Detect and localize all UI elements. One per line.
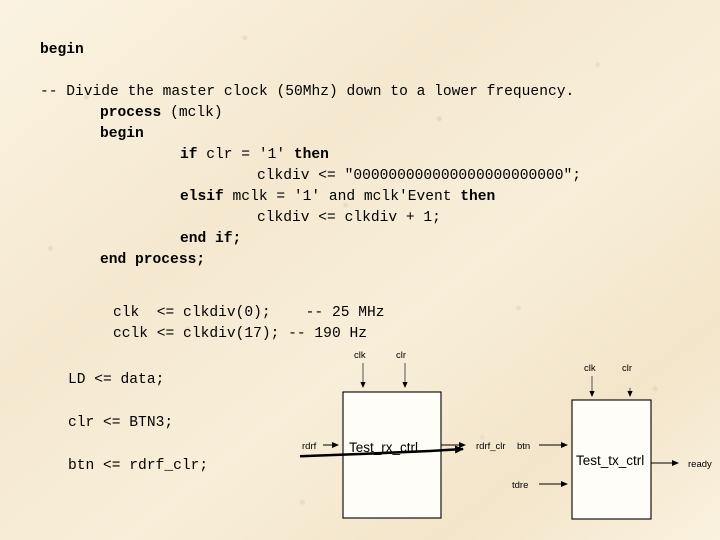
code-line-comment-divide: -- Divide the master clock (50Mhz) down … [0,82,720,103]
rx-out-label: rdrf_clr [476,441,506,452]
code-line-clkdiv-incr: clkdiv <= clkdiv + 1; [0,208,720,229]
code-segment: then [460,189,496,205]
block-diagram: Test_rx_ctrl clk clr rdrf rdrf_clr Test_… [300,336,720,540]
code-line-if-clr: if clr = '1' then [0,145,720,166]
code-line-clkdiv-assign: clkdiv <= "000000000000000000000000"; [0,166,720,187]
code-segment: clkdiv <= "000000000000000000000000"; [257,168,582,184]
code-segment: (mclk) [161,105,223,121]
code-segment: elsif [180,189,224,205]
rx-in-label: rdrf [302,441,317,452]
tx-clk-label: clk [584,363,596,374]
code-line-elsif-mclk: elsif mclk = '1' and mclk'Event then [0,187,720,208]
rx-clr-label: clr [396,350,406,361]
code-segment: begin [40,42,84,58]
code-line-begin-proc: begin [0,124,720,145]
rx-clk-label: clk [354,350,366,361]
code-segment: -- Divide the master clock (50Mhz) down … [40,84,575,100]
code-segment: mclk = '1' and mclk'Event [223,189,461,205]
statement-btn-assign: btn <= rdrf_clr; [68,458,209,474]
tx-block-label: Test_tx_ctrl [576,453,644,468]
code-segment: then [293,147,329,163]
tx-out-label: ready [688,459,712,470]
code-segment: process [100,105,162,121]
code-line-end-process: end process; [0,250,720,271]
statement-clk-assign: clk <= clkdiv(0); -- 25 MHz [113,305,385,321]
vhdl-code-block: begin -- Divide the master clock (50Mhz)… [0,40,720,271]
code-line-process-mclk: process (mclk) [0,103,720,124]
code-line-end-if: end if; [0,229,720,250]
statement-clr-assign: clr <= BTN3; [68,415,174,431]
code-segment: clr = '1' [197,147,294,163]
tx-clr-label: clr [622,363,632,374]
code-line-blank-1 [0,61,720,82]
code-segment: end process; [100,252,206,268]
tx-in-btn-label: btn [517,441,530,452]
code-segment: if [180,147,198,163]
code-segment: begin [100,126,144,142]
code-line-begin-top: begin [0,40,720,61]
statement-ld-assign: LD <= data; [68,372,165,388]
code-segment: end if; [180,231,242,247]
tx-in-tdre-label: tdre [512,480,528,491]
code-segment: clkdiv <= clkdiv + 1; [257,210,441,226]
slide-canvas: begin -- Divide the master clock (50Mhz)… [0,0,720,540]
